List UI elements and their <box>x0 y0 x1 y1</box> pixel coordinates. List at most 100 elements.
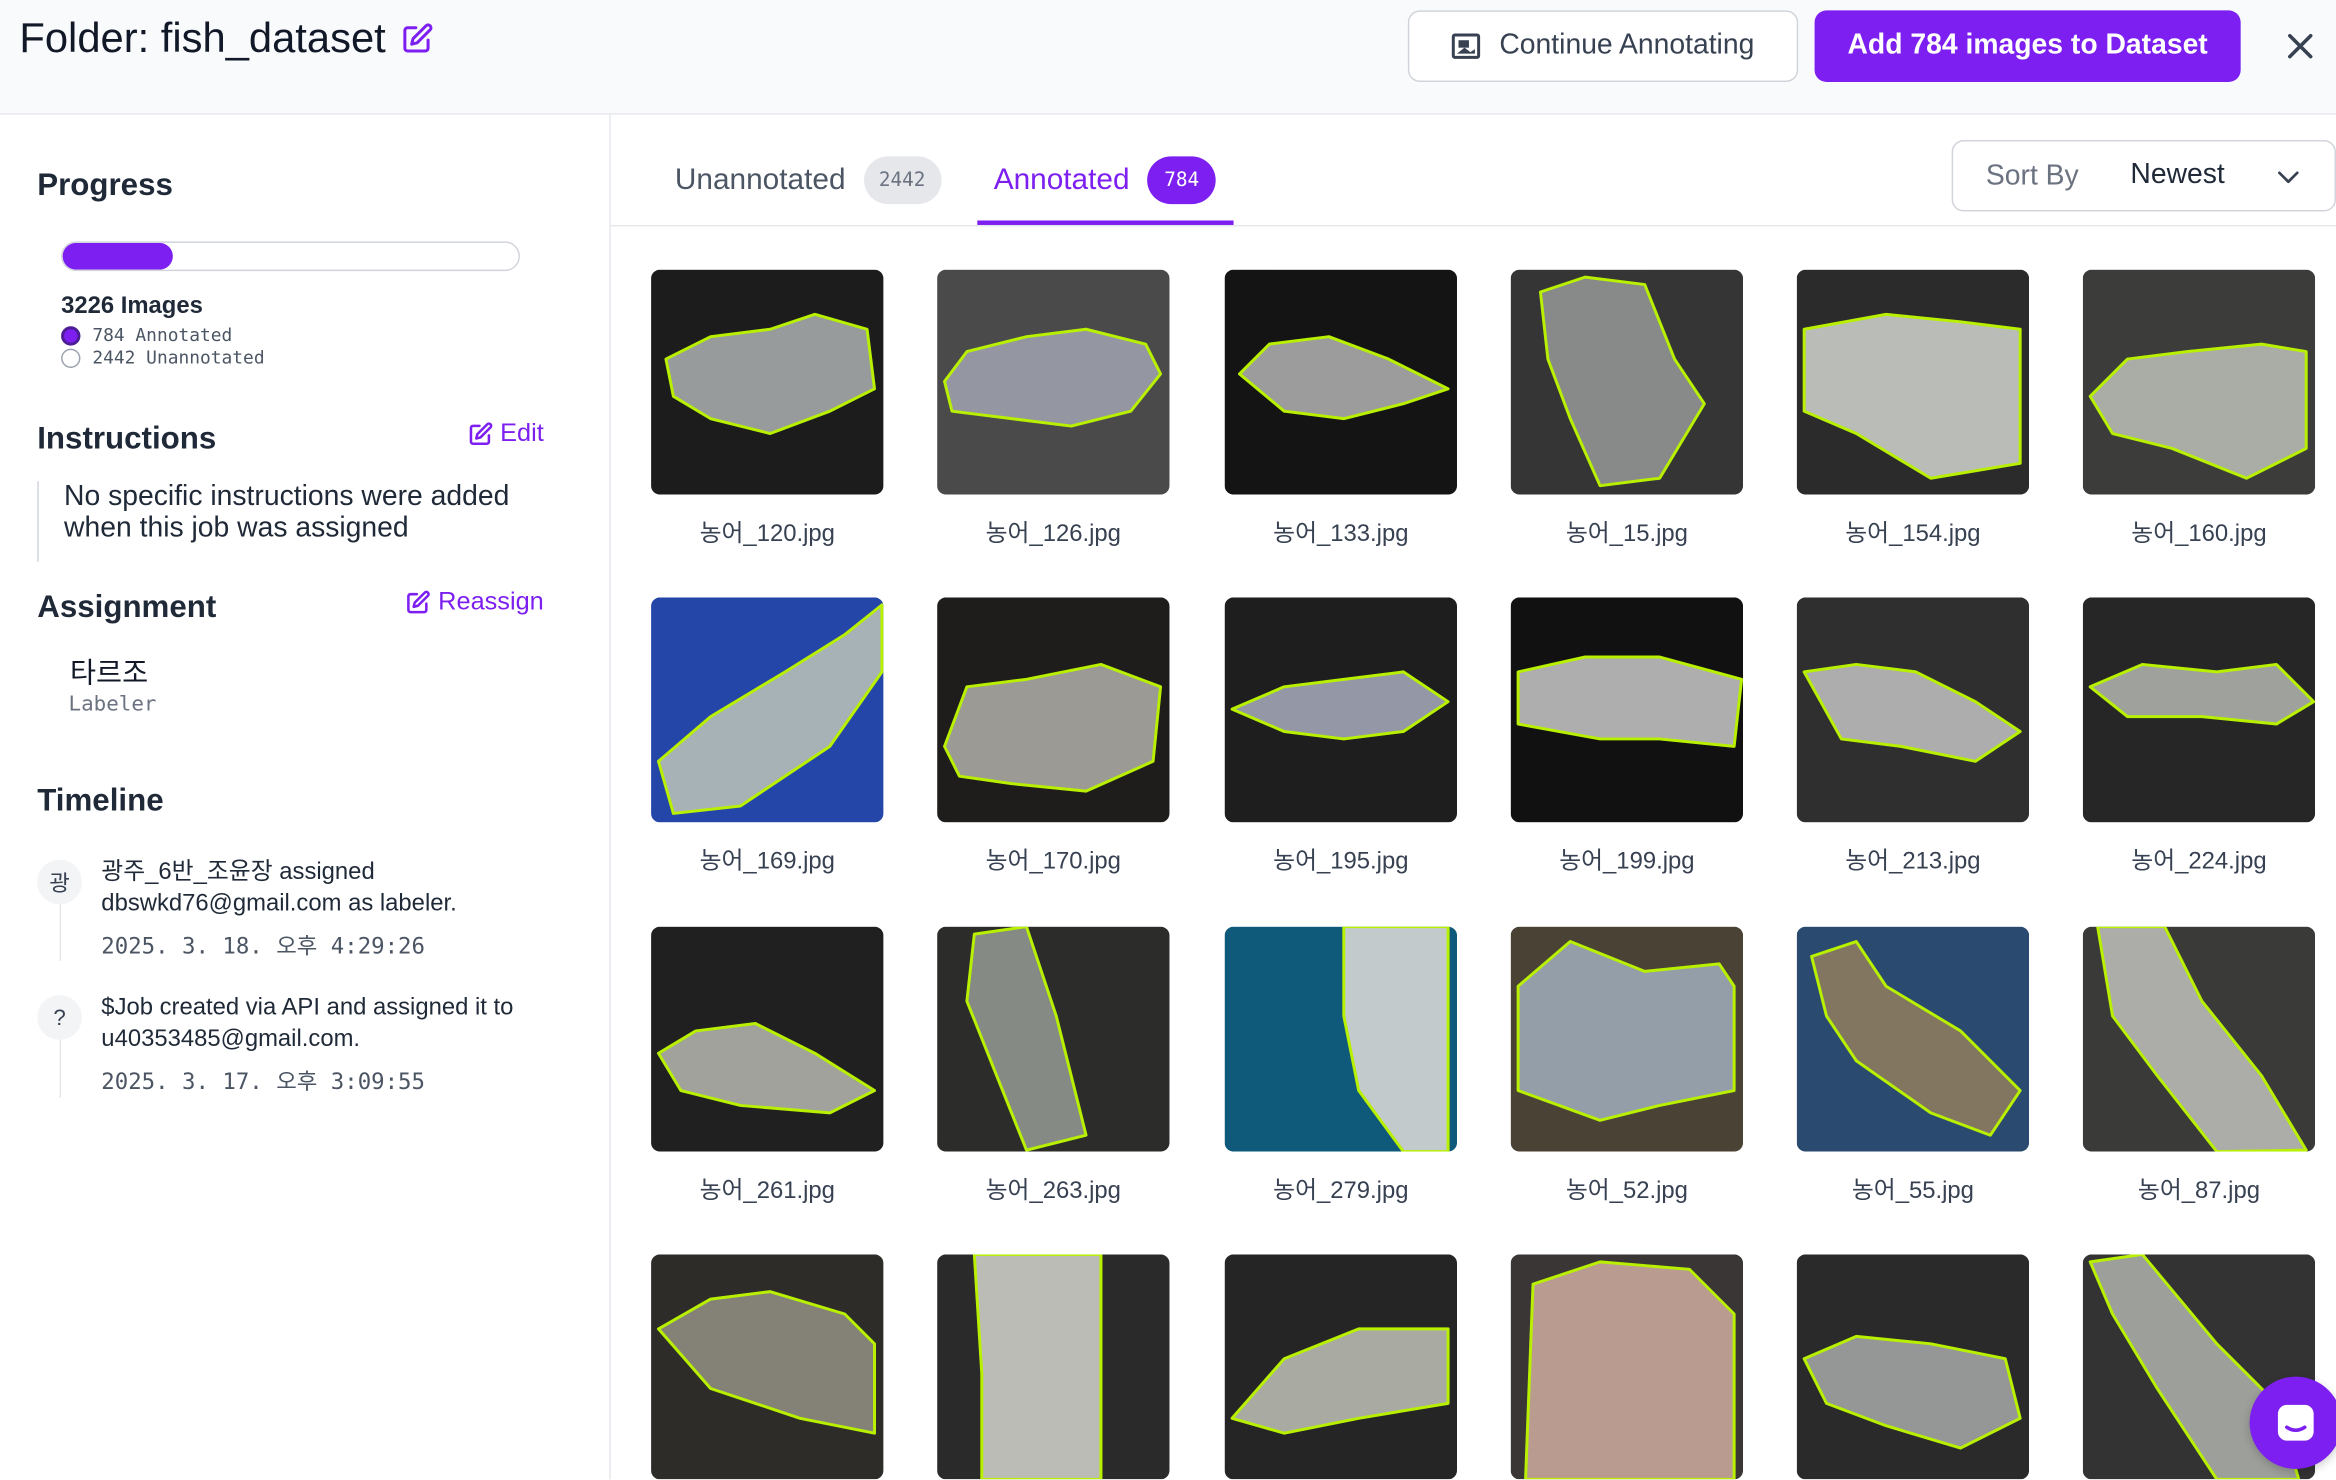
progress-bar-fill <box>62 242 174 270</box>
close-button[interactable] <box>2278 24 2323 69</box>
image-card[interactable]: 농어_87.jpg <box>2082 926 2316 1206</box>
sort-dropdown[interactable]: Sort By Newest <box>1951 140 2336 212</box>
edit-folder-icon[interactable] <box>401 22 434 55</box>
image-thumbnail[interactable] <box>1224 1254 1458 1480</box>
image-thumbnail[interactable] <box>1510 1254 1744 1480</box>
image-filename: 농어_279.jpg <box>1273 1178 1409 1204</box>
edit-icon <box>407 590 430 613</box>
image-thumbnail[interactable] <box>651 1254 884 1480</box>
image-filename: 농어_52.jpg <box>1565 1178 1688 1204</box>
image-filename: 농어_133.jpg <box>1273 521 1409 547</box>
assignee-role: Labeler <box>68 692 157 717</box>
image-card[interactable]: 농어_263.jpg <box>937 926 1170 1206</box>
image-card[interactable]: 농어_224.jpg <box>2082 597 2316 876</box>
image-thumbnail[interactable] <box>2082 269 2316 495</box>
chat-launcher-button[interactable] <box>2249 1376 2336 1469</box>
unannotated-legend-text: 2442 Unannotated <box>92 347 265 368</box>
image-thumbnail[interactable] <box>1796 926 2030 1152</box>
image-filename: 농어_224.jpg <box>2131 849 2267 875</box>
image-filename: 농어_154.jpg <box>1845 521 1981 547</box>
unannotated-count-badge: 2442 <box>863 156 941 205</box>
image-thumbnail[interactable] <box>937 1254 1170 1480</box>
tab-unannotated[interactable]: Unannotated 2442 <box>675 156 941 205</box>
image-thumbnail[interactable] <box>651 926 884 1152</box>
progress-title: Progress <box>37 168 173 203</box>
image-icon <box>1452 33 1481 59</box>
active-tab-indicator <box>977 220 1234 225</box>
timeline-title: Timeline <box>37 783 164 818</box>
image-thumbnail[interactable] <box>937 269 1170 495</box>
image-thumbnail[interactable] <box>651 269 884 495</box>
timeline-avatar: 광 <box>37 859 82 905</box>
annotated-legend-text: 784 Annotated <box>92 324 233 346</box>
job-sidebar: Progress 3226 Images 784 Annotated 2442 … <box>0 114 611 1480</box>
sort-label: Sort By <box>1985 160 2079 193</box>
image-thumbnail[interactable] <box>1224 597 1458 823</box>
tab-annotated-label: Annotated <box>993 163 1130 196</box>
annotated-dot-icon <box>61 325 81 345</box>
image-thumbnail[interactable] <box>1510 597 1744 823</box>
sort-value: Newest <box>2130 159 2225 191</box>
image-card[interactable]: 농어_15.jpg <box>1510 269 1744 549</box>
image-card[interactable]: 농어_199.jpg <box>1510 597 1744 876</box>
image-thumbnail[interactable] <box>937 597 1170 823</box>
timeline-entry-time: 2025. 3. 17. 오후 3:09:55 <box>101 1068 425 1096</box>
image-card[interactable]: 농어_170.jpg <box>937 597 1170 876</box>
image-card[interactable]: 농어_126.jpg <box>937 269 1170 549</box>
image-filename: 농어_213.jpg <box>1845 849 1981 875</box>
image-filename: 농어_261.jpg <box>699 1178 835 1204</box>
image-thumbnail[interactable] <box>937 926 1170 1152</box>
image-filename: 농어_55.jpg <box>1851 1178 1974 1204</box>
image-filename: 농어_15.jpg <box>1565 521 1688 547</box>
image-card[interactable]: 농어_55.jpg <box>1796 926 2030 1206</box>
image-card[interactable] <box>1796 1254 2030 1480</box>
unannotated-dot-icon <box>61 347 81 368</box>
timeline-avatar: ? <box>37 995 82 1040</box>
folder-title-text: Folder: fish_dataset <box>19 14 386 62</box>
reassign-button[interactable]: Reassign <box>405 586 544 617</box>
instructions-text: No specific instructions were added when… <box>37 481 544 562</box>
image-card[interactable]: 농어_133.jpg <box>1224 269 1458 549</box>
image-filename: 농어_126.jpg <box>985 521 1121 547</box>
add-to-dataset-button[interactable]: Add 784 images to Dataset <box>1814 10 2241 82</box>
image-card[interactable]: 농어_120.jpg <box>651 269 884 549</box>
edit-instructions-button[interactable]: Edit <box>467 419 544 449</box>
image-card[interactable]: 농어_52.jpg <box>1510 926 1744 1206</box>
image-thumbnail[interactable] <box>2082 597 2316 823</box>
image-thumbnail[interactable] <box>2082 926 2316 1152</box>
timeline-entry-time: 2025. 3. 18. 오후 4:29:26 <box>101 932 425 960</box>
image-card[interactable] <box>651 1254 884 1480</box>
image-thumbnail[interactable] <box>1224 926 1458 1152</box>
close-icon <box>2288 33 2313 59</box>
image-thumbnail[interactable] <box>1796 597 2030 823</box>
image-card[interactable]: 농어_154.jpg <box>1796 269 2030 549</box>
images-total: 3226 Images <box>61 293 203 319</box>
image-card[interactable]: 농어_169.jpg <box>651 597 884 876</box>
image-thumbnail[interactable] <box>1796 1254 2030 1480</box>
image-card[interactable]: 농어_160.jpg <box>2082 269 2316 549</box>
image-card[interactable] <box>1224 1254 1458 1480</box>
image-filename: 농어_199.jpg <box>1559 849 1695 875</box>
image-thumbnail[interactable] <box>651 597 884 823</box>
continue-annotating-button[interactable]: Continue Annotating <box>1407 10 1799 82</box>
edit-icon <box>469 421 492 445</box>
image-thumbnail[interactable] <box>1510 926 1744 1152</box>
annotated-count-badge: 784 <box>1147 156 1216 205</box>
top-header: Folder: fish_dataset Continue Annotating… <box>0 0 2336 115</box>
progress-bar <box>61 241 520 272</box>
image-card[interactable]: 농어_195.jpg <box>1224 597 1458 876</box>
image-thumbnail[interactable] <box>1224 269 1458 495</box>
image-card[interactable] <box>937 1254 1170 1480</box>
tabs-bar: Unannotated 2442 Annotated 784 Sort By N… <box>610 114 2336 227</box>
image-card[interactable]: 농어_279.jpg <box>1224 926 1458 1206</box>
image-card[interactable]: 농어_261.jpg <box>651 926 884 1206</box>
image-filename: 농어_160.jpg <box>2131 521 2267 547</box>
tab-annotated[interactable]: Annotated 784 <box>993 156 1216 205</box>
image-filename: 농어_195.jpg <box>1273 849 1409 875</box>
image-card[interactable] <box>1510 1254 1744 1480</box>
image-thumbnail[interactable] <box>1510 269 1744 495</box>
add-to-dataset-label: Add 784 images to Dataset <box>1847 29 2208 62</box>
image-thumbnail[interactable] <box>1796 269 2030 495</box>
image-card[interactable]: 농어_213.jpg <box>1796 597 2030 876</box>
reassign-label: Reassign <box>438 586 544 616</box>
